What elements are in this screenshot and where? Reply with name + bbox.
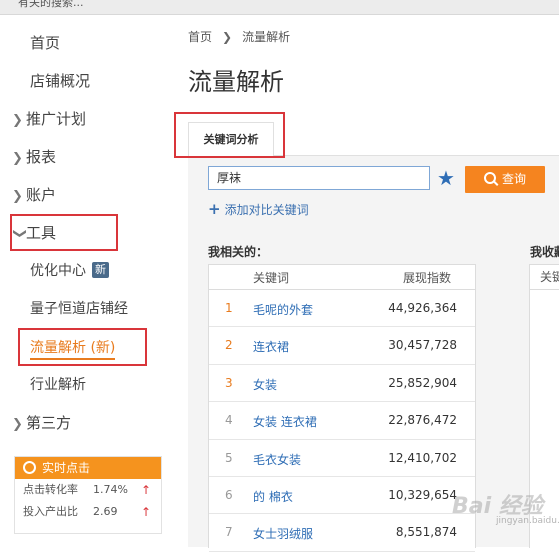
impression-index: 22,876,472	[388, 413, 457, 428]
favorites-section-title: 我收藏	[530, 245, 559, 259]
sidebar-item-industry-analysis[interactable]: 行业解析	[30, 370, 86, 400]
header-impressions[interactable]: 展现指数	[403, 269, 451, 286]
sidebar-item-optimization-center[interactable]: 优化中心新	[30, 256, 109, 286]
realtime-row-roi: 投入产出比 2.69 ↑	[15, 501, 161, 523]
keyword-link[interactable]: 毛呢的外套	[253, 301, 313, 318]
rank-number: 7	[225, 525, 233, 540]
plus-icon: +	[208, 200, 221, 218]
sidebar-item-account[interactable]: ❯ 账户	[12, 180, 56, 210]
table-row: 1 毛呢的外套 44,926,364	[209, 290, 475, 328]
search-icon	[483, 172, 496, 184]
clock-icon	[23, 461, 36, 474]
sidebar-item-tools[interactable]: ❯工具	[12, 218, 56, 248]
related-section-title: 我相关的：	[208, 245, 269, 259]
chevron-right-icon: ❯	[12, 151, 23, 166]
rank-number: 4	[225, 413, 233, 428]
sidebar-item-promo-plan[interactable]: ❯ 推广计划	[12, 104, 86, 134]
impression-index: 8,551,874	[395, 525, 457, 540]
rank-number: 6	[225, 487, 233, 502]
top-strip: 有关的搜索...	[0, 0, 559, 15]
add-compare-keyword-link[interactable]: + 添加对比关键词	[208, 200, 309, 218]
table-header: 关键词 展现指数	[209, 265, 475, 290]
chevron-right-icon: ❯	[222, 30, 233, 44]
chevron-right-icon: ❯	[12, 113, 23, 128]
table-row: 4 女装 连衣裙 22,876,472	[209, 402, 475, 440]
keyword-link[interactable]: 女装	[253, 376, 277, 393]
table-row: 6 的 棉衣 10,329,654	[209, 477, 475, 515]
keyword-search-input[interactable]: 厚袜	[208, 166, 430, 190]
tab-bar: 关键词分析	[188, 122, 559, 157]
table-row: 7 女士羽绒服 8,551,874	[209, 514, 475, 552]
realtime-click-widget: 实时点击 点击转化率 1.74% ↑ 投入产出比 2.69 ↑	[14, 456, 162, 534]
impression-index: 10,329,654	[388, 487, 457, 502]
rank-number: 5	[225, 450, 233, 465]
rank-number: 1	[225, 301, 233, 315]
header-keyword: 关键词	[253, 271, 290, 285]
page-title: 流量解析	[188, 68, 284, 96]
arrow-up-icon: ↑	[141, 483, 152, 497]
table-row: 2 连衣裙 30,457,728	[209, 327, 475, 365]
chevron-down-icon: ❯	[12, 228, 27, 239]
star-icon[interactable]: ★	[437, 167, 455, 189]
breadcrumb: 首页 ❯ 流量解析	[188, 28, 290, 45]
chevron-right-icon: ❯	[12, 189, 23, 204]
keyword-link[interactable]: 连衣裙	[253, 338, 289, 355]
rank-number: 3	[225, 375, 233, 390]
impression-index: 30,457,728	[388, 338, 457, 353]
breadcrumb-home[interactable]: 首页	[188, 30, 212, 44]
query-button[interactable]: 查询	[465, 166, 545, 193]
top-fragment-text: 有关的搜索...	[18, 0, 84, 9]
sidebar-item-quantum[interactable]: 量子恒道店铺经	[30, 294, 128, 324]
breadcrumb-current: 流量解析	[242, 30, 291, 44]
table-row: 5 毛衣女装 12,410,702	[209, 440, 475, 477]
new-badge: 新	[92, 262, 109, 278]
keyword-link[interactable]: 的 棉衣	[253, 488, 293, 505]
sidebar-item-store-overview[interactable]: 店铺概况	[30, 66, 90, 96]
sidebar-item-traffic-analysis[interactable]: 流量解析 (新)	[30, 333, 116, 363]
related-keywords-table: 关键词 展现指数 1 毛呢的外套 44,926,364 2 连衣裙 30,457,728 3…	[208, 264, 476, 552]
keyword-link[interactable]: 女装 连衣裙	[253, 413, 317, 430]
table-row: 3 女装 25,852,904	[209, 365, 475, 403]
keyword-link[interactable]: 女士羽绒服	[253, 525, 313, 542]
impression-index: 44,926,364	[388, 301, 457, 315]
sidebar-item-reports[interactable]: ❯ 报表	[12, 142, 56, 172]
keyword-link[interactable]: 毛衣女装	[253, 451, 301, 468]
realtime-row-conversion: 点击转化率 1.74% ↑	[15, 479, 161, 501]
impression-index: 25,852,904	[388, 375, 457, 390]
arrow-up-icon: ↑	[141, 505, 152, 519]
realtime-header: 实时点击	[15, 457, 161, 479]
favorites-header-keyword: 关键	[530, 265, 559, 290]
rank-number: 2	[225, 338, 233, 353]
chevron-right-icon: ❯	[12, 417, 23, 432]
sidebar-item-third-party[interactable]: ❯ 第三方	[12, 408, 71, 438]
tab-keyword-analysis[interactable]: 关键词分析	[188, 122, 274, 157]
sidebar-item-home[interactable]: 首页	[30, 28, 60, 58]
impression-index: 12,410,702	[388, 450, 457, 465]
favorites-table: 关键	[529, 264, 559, 548]
